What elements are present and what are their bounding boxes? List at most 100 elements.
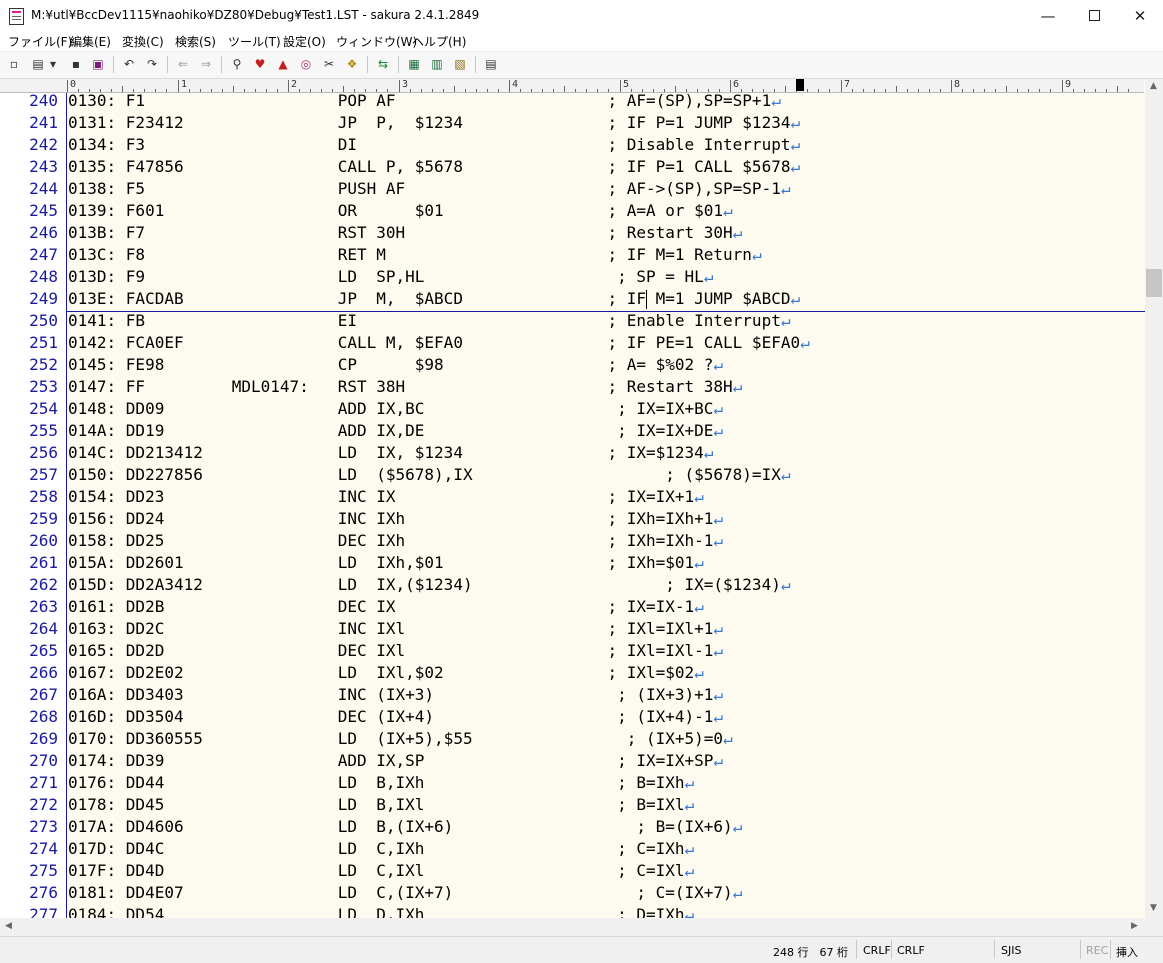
text-line[interactable]: 0178: DD45 LD B,IXl ; B=IXl↵ [68, 794, 694, 816]
scroll-up-icon[interactable]: ▲ [1150, 81, 1157, 91]
text-line[interactable]: 0147: FF MDL0147: RST 38H ; Restart 38H↵ [68, 376, 742, 398]
insert-mode[interactable]: 挿入 [1116, 944, 1138, 960]
clear-mark-icon[interactable]: ✂ [321, 56, 337, 72]
search-next-icon[interactable]: ▲ [275, 56, 291, 72]
ruler-tick [233, 86, 234, 92]
outline-icon[interactable]: ▦ [406, 56, 422, 72]
text-line[interactable]: 0131: F23412 JP P, $1234 ; IF P=1 JUMP $… [68, 112, 800, 134]
eol-code-input[interactable]: CRLF [897, 944, 925, 957]
minimize-button[interactable]: — [1025, 0, 1071, 31]
text-line[interactable]: 0154: DD23 INC IX ; IX=IX+1↵ [68, 486, 704, 508]
text-line[interactable]: 0165: DD2D DEC IXl ; IXl=IXl-1↵ [68, 640, 723, 662]
text-line[interactable]: 0139: F601 OR $01 ; A=A or $01↵ [68, 200, 733, 222]
ruler-tick [1062, 80, 1063, 92]
line-number: 246 [29, 223, 58, 242]
back-icon[interactable]: ⇐ [175, 56, 191, 72]
search-icon[interactable]: ⚲ [229, 56, 245, 72]
text-line[interactable]: 0145: FE98 CP $98 ; A= $%02 ?↵ [68, 354, 723, 376]
text-line[interactable]: 017A: DD4606 LD B,(IX+6) ; B=(IX+6)↵ [68, 816, 742, 838]
encoding[interactable]: SJIS [1001, 944, 1021, 957]
text-line[interactable]: 016A: DD3403 INC (IX+3) ; (IX+3)+1↵ [68, 684, 723, 706]
scroll-left-icon[interactable]: ◀ [5, 921, 12, 931]
menu-edit[interactable]: 編集(E) [70, 33, 111, 50]
editor-area[interactable]: 240 241 242 243 244 245 246 247 248 249 250 251 252 2… [0, 93, 1145, 918]
line-number: 249 [29, 289, 58, 308]
ruler-tick [697, 89, 698, 92]
app-icon[interactable] [9, 8, 24, 25]
text-line[interactable]: 017F: DD4D LD C,IXl ; C=IXl↵ [68, 860, 694, 882]
text-line[interactable]: 017D: DD4C LD C,IXh ; C=IXh↵ [68, 838, 694, 860]
text-line[interactable]: 0176: DD44 LD B,IXh ; B=IXh↵ [68, 772, 694, 794]
text-line[interactable]: 0167: DD2E02 LD IXl,$02 ; IXl=$02↵ [68, 662, 704, 684]
forward-icon[interactable]: ⇒ [198, 56, 214, 72]
menu-search[interactable]: 検索(S) [175, 33, 216, 50]
text-line[interactable]: 014A: DD19 ADD IX,DE ; IX=IX+DE↵ [68, 420, 723, 442]
maximize-button[interactable] [1071, 0, 1117, 31]
text-line[interactable]: 0141: FB EI ; Enable Interrupt↵ [68, 310, 790, 332]
new-file-icon[interactable]: ▫ [6, 56, 22, 72]
text-line[interactable]: 0163: DD2C INC IXl ; IXl=IXl+1↵ [68, 618, 723, 640]
vertical-scroll-thumb[interactable] [1146, 269, 1162, 297]
search-prev-icon[interactable]: ♥ [252, 56, 268, 72]
text-line[interactable]: 013B: F7 RST 30H ; Restart 30H↵ [68, 222, 742, 244]
line-number-gutter[interactable]: 240 241 242 243 244 245 246 247 248 249 250 251 252 2… [0, 93, 67, 918]
text-line[interactable]: 0156: DD24 INC IXh ; IXh=IXh+1↵ [68, 508, 723, 530]
text-line[interactable]: 014C: DD213412 LD IX, $1234 ; IX=$1234↵ [68, 442, 713, 464]
text-line[interactable]: 0138: F5 PUSH AF ; AF->(SP),SP=SP-1↵ [68, 178, 790, 200]
scroll-down-icon[interactable]: ▼ [1150, 903, 1157, 913]
text-line[interactable]: 015D: DD2A3412 LD IX,($1234) ; IX=($1234… [68, 574, 790, 596]
ruler-label: 8 [954, 79, 961, 90]
vertical-scrollbar[interactable]: ▲ ▼ [1145, 79, 1163, 918]
menu-file[interactable]: ファイル(F) [8, 33, 72, 50]
common-settings-icon[interactable]: ▤ [483, 56, 499, 72]
save-icon[interactable]: ▪ [68, 56, 84, 72]
text-line[interactable]: 013C: F8 RET M ; IF M=1 Return↵ [68, 244, 762, 266]
menu-tools[interactable]: ツール(T) [228, 33, 281, 50]
text-line[interactable]: 013D: F9 LD SP,HL ; SP = HL↵ [68, 266, 713, 288]
text-line[interactable]: 015A: DD2601 LD IXh,$01 ; IXh=$01↵ [68, 552, 704, 574]
text-line[interactable]: 0184: DD54 LD D,IXh ; D=IXh↵ [68, 904, 694, 918]
redo-icon[interactable]: ↷ [144, 56, 160, 72]
text-line[interactable]: 0150: DD227856 LD ($5678),IX ; ($5678)=I… [68, 464, 790, 486]
text-line[interactable]: 0170: DD360555 LD (IX+5),$55 ; (IX+5)=0↵ [68, 728, 733, 750]
type-settings-icon[interactable]: ▧ [452, 56, 468, 72]
search-mark-icon[interactable]: ◎ [298, 56, 314, 72]
ruler-tick [454, 86, 455, 92]
text-line[interactable]: 016D: DD3504 DEC (IX+4) ; (IX+4)-1↵ [68, 706, 723, 728]
text-line[interactable]: 0158: DD25 DEC IXh ; IXh=IXh-1↵ [68, 530, 723, 552]
dropdown-arrow-icon[interactable]: ▾ [48, 56, 58, 72]
text-line[interactable]: 0161: DD2B DEC IX ; IX=IX-1↵ [68, 596, 704, 618]
scroll-right-icon[interactable]: ▶ [1131, 921, 1138, 931]
jump-icon[interactable]: ⇆ [375, 56, 391, 72]
menu-settings[interactable]: 設定(O) [283, 33, 326, 50]
open-file-icon[interactable]: ▤ [30, 56, 46, 72]
close-button[interactable]: ✕ [1117, 0, 1163, 31]
ruler-tick [741, 89, 742, 92]
horizontal-scrollbar[interactable]: ◀ ▶ [0, 918, 1145, 936]
menu-help[interactable]: ヘルプ(H) [412, 33, 466, 50]
newline-mark-icon: ↵ [694, 597, 704, 616]
text-line[interactable]: 0134: F3 DI ; Disable Interrupt↵ [68, 134, 800, 156]
text-line[interactable]: 0135: F47856 CALL P, $5678 ; IF P=1 CALL… [68, 156, 800, 178]
eol-code[interactable]: CRLF [863, 944, 891, 957]
line-text: 0148: DD09 ADD IX,BC ; IX=IX+BC [68, 399, 714, 418]
grep-icon[interactable]: ❖ [344, 56, 360, 72]
ruler-tick [542, 89, 543, 92]
text-line[interactable]: 0181: DD4E07 LD C,(IX+7) ; C=(IX+7)↵ [68, 882, 742, 904]
line-number: 273 [29, 817, 58, 836]
menu-window[interactable]: ウィンドウ(W) [336, 33, 417, 50]
ruler[interactable]: 0 1 2 3 4 5 6 7 8 9 [67, 79, 1144, 93]
line-number: 253 [29, 377, 58, 396]
compare-icon[interactable]: ▥ [429, 56, 445, 72]
text-line[interactable]: 0174: DD39 ADD IX,SP ; IX=IX+SP↵ [68, 750, 723, 772]
save-all-icon[interactable]: ▣ [90, 56, 106, 72]
newline-mark-icon: ↵ [800, 333, 810, 352]
line-number: 269 [29, 729, 58, 748]
menu-convert[interactable]: 変換(C) [122, 33, 164, 50]
undo-icon[interactable]: ↶ [121, 56, 137, 72]
text-line[interactable]: 0130: F1 POP AF ; AF=(SP),SP=SP+1↵ [68, 93, 781, 112]
text-line[interactable]: 0148: DD09 ADD IX,BC ; IX=IX+BC↵ [68, 398, 723, 420]
ruler-tick [631, 89, 632, 92]
text-line[interactable]: 0142: FCA0EF CALL M, $EFA0 ; IF PE=1 CAL… [68, 332, 810, 354]
text-line[interactable]: 013E: FACDAB JP M, $ABCD ; IF M=1 JUMP $… [68, 288, 800, 310]
